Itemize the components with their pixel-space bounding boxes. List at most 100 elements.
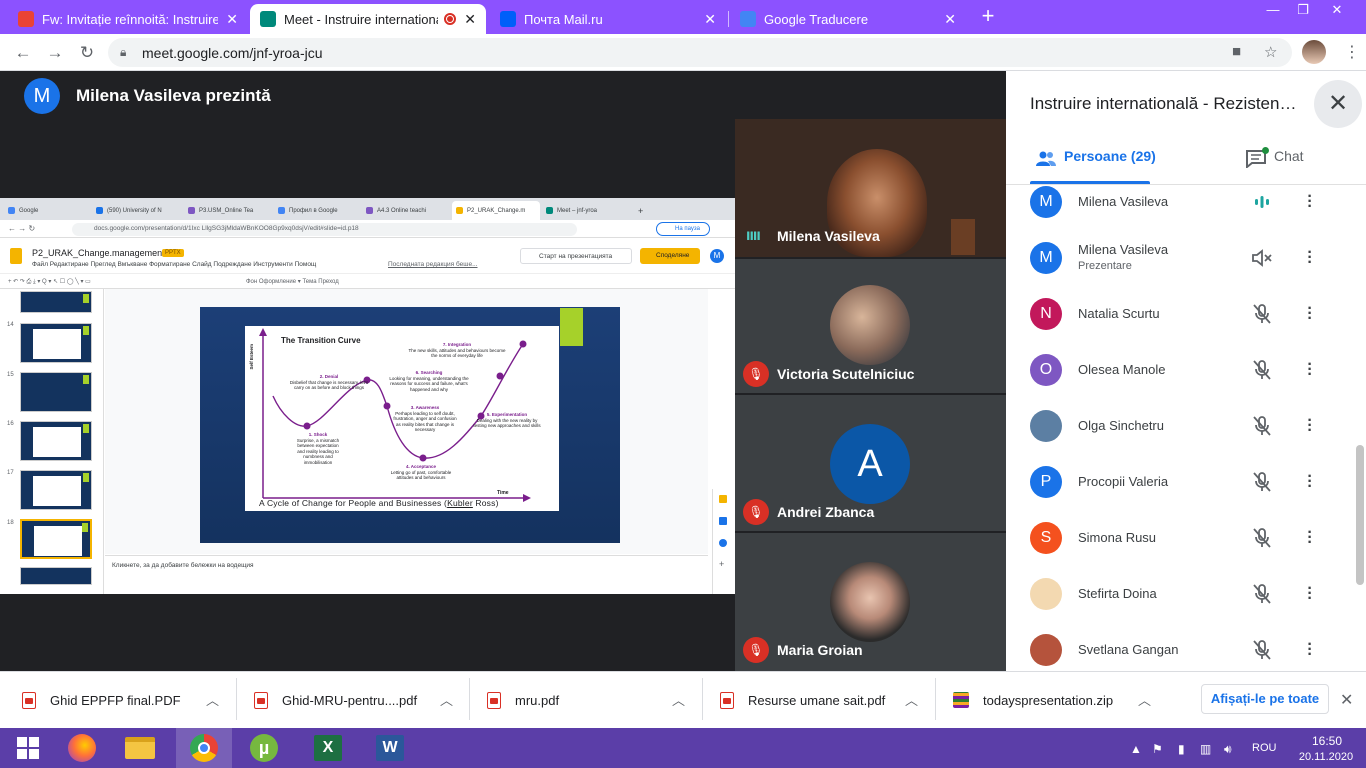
speaking-indicator-icon[interactable]	[1250, 190, 1274, 214]
download-item[interactable]: mru.pdf	[487, 687, 559, 713]
keep-icon	[719, 495, 727, 503]
tile-name: Maria Groian	[777, 642, 863, 658]
participant-row[interactable]: Svetlana Gangan · · ·	[1006, 622, 1356, 678]
pptx-badge: PPTX	[162, 249, 184, 257]
add-icon: +	[719, 559, 725, 569]
slides-last-edit: Последната редакция беше...	[388, 261, 478, 268]
taskbar-file-explorer[interactable]	[112, 728, 168, 768]
show-all-downloads-button[interactable]: Afișați-le pe toate	[1201, 684, 1329, 714]
download-item[interactable]: todayspresentation.zip	[953, 687, 1113, 713]
more-options-icon[interactable]: · · ·	[1304, 189, 1316, 215]
chevron-up-icon[interactable]: ︿	[1138, 690, 1151, 709]
more-options-icon[interactable]: · · ·	[1304, 525, 1316, 551]
restore-icon[interactable]: ❐	[1288, 2, 1318, 18]
stage-point	[519, 340, 527, 348]
chevron-up-icon[interactable]: ︿	[440, 690, 453, 709]
close-icon[interactable]: ✕	[464, 11, 476, 28]
download-item[interactable]: Ghid EPPFP final.PDF	[22, 687, 181, 713]
panel-scrollbar[interactable]	[1356, 445, 1364, 585]
download-item[interactable]: Ghid-MRU-pentru....pdf	[254, 687, 417, 713]
audio-off-icon[interactable]	[1250, 246, 1274, 270]
taskbar-excel[interactable]: X	[300, 728, 356, 768]
close-icon[interactable]: ✕	[226, 11, 238, 28]
participant-name: Natalia Scurtu	[1078, 306, 1160, 321]
participant-row[interactable]: M Milena Vasileva Prezentare · · ·	[1006, 230, 1356, 286]
tab-chat[interactable]: Chat	[1274, 148, 1304, 164]
window-close-icon[interactable]: ✕	[1322, 2, 1352, 18]
translate-icon	[740, 11, 756, 27]
profile-avatar[interactable]	[1302, 40, 1326, 64]
address-bar[interactable]: 🔒︎ meet.google.com/jnf-yroa-jcu ■ ☆	[108, 38, 1292, 67]
new-tab-button[interactable]: +	[976, 5, 1000, 29]
mic-off-icon[interactable]	[1250, 526, 1274, 550]
slides-filmstrip: 14 15 16 17 18	[0, 289, 104, 594]
meeting-title: Instruire internatională - Rezisten…	[1030, 94, 1297, 113]
more-options-icon[interactable]: · · ·	[1304, 357, 1316, 383]
taskbar-word[interactable]: W	[362, 728, 418, 768]
taskbar-chrome[interactable]	[176, 728, 232, 768]
presenter-avatar: M	[24, 78, 60, 114]
participant-avatar: S	[1030, 522, 1062, 554]
taskbar-firefox[interactable]	[54, 728, 110, 768]
participant-row[interactable]: M Milena Vasileva · · ·	[1006, 174, 1356, 230]
download-divider	[702, 678, 703, 720]
mic-off-icon[interactable]	[1250, 414, 1274, 438]
tray-battery-icon[interactable]: ▮	[1178, 742, 1185, 756]
tray-network-icon[interactable]: ▥	[1200, 742, 1211, 756]
reload-icon[interactable]: ↻	[76, 42, 98, 64]
tray-expand-icon[interactable]: ▲	[1130, 742, 1142, 756]
windows-start-button[interactable]	[0, 728, 56, 768]
more-options-icon[interactable]: · · ·	[1304, 469, 1316, 495]
clock-date[interactable]: 20.11.2020	[1296, 751, 1356, 763]
forward-icon[interactable]: →	[44, 42, 66, 64]
chevron-up-icon[interactable]: ︿	[206, 690, 219, 709]
tab-title: Meet - Instruire international	[284, 11, 439, 27]
participant-row[interactable]: Stefirta Doina · · ·	[1006, 566, 1356, 622]
participant-row[interactable]: P Procopii Valeria · · ·	[1006, 454, 1356, 510]
mic-off-icon[interactable]	[1250, 638, 1274, 662]
close-icon[interactable]: ✕	[704, 11, 716, 28]
slides-edit-toolbar: + ↶ ↷ ⎙ ⤓ ▾ Q ▾ ↖ ☐ ◯ ╲ ▾ ▭ Фон Оформлен…	[0, 273, 735, 289]
tab-people[interactable]: Persoane (29)	[1064, 148, 1156, 164]
browser-menu-icon[interactable]: ⋮	[1344, 42, 1360, 62]
mic-off-icon[interactable]	[1250, 470, 1274, 494]
input-language[interactable]: ROU	[1252, 742, 1276, 754]
participant-row[interactable]: S Simona Rusu · · ·	[1006, 510, 1356, 566]
clock-time[interactable]: 16:50	[1302, 734, 1352, 748]
participant-row[interactable]: N Natalia Scurtu · · ·	[1006, 286, 1356, 342]
more-options-icon[interactable]: · · ·	[1304, 581, 1316, 607]
bookmark-star-icon[interactable]: ☆	[1264, 43, 1277, 61]
taskbar-utorrent[interactable]: µ	[236, 728, 292, 768]
participant-row[interactable]: Olga Sinchetru · · ·	[1006, 398, 1356, 454]
browser-tab-meet[interactable]: Meet - Instruire international ✕	[250, 4, 486, 34]
camera-icon[interactable]: ■	[1232, 43, 1241, 60]
more-options-icon[interactable]: · · ·	[1304, 413, 1316, 439]
more-options-icon[interactable]: · · ·	[1304, 245, 1316, 271]
browser-tab-gmail[interactable]: Fw: Invitație reînnoită: Instruire in ✕	[8, 4, 248, 34]
stage-acceptance: 4. Acceptance Letting go of past, comfor…	[390, 464, 452, 480]
presenter-label: Milena Vasileva prezintă	[76, 86, 271, 105]
participant-row[interactable]: O Olesea Manole · · ·	[1006, 342, 1356, 398]
chevron-up-icon[interactable]: ︿	[905, 690, 918, 709]
more-options-icon[interactable]: · · ·	[1304, 301, 1316, 327]
slide-title: The Transition Curve	[281, 336, 361, 345]
browser-tab-translate[interactable]: Google Traducere ✕	[730, 4, 966, 34]
tab-title: Google Traducere	[764, 11, 869, 27]
stage-searching: 6. Searching Looking for meaning, unders…	[389, 370, 469, 392]
shared-nav-icons: ← → ↻	[8, 224, 36, 233]
tray-security-icon[interactable]: ⚑	[1152, 742, 1163, 756]
mic-off-icon[interactable]	[1250, 582, 1274, 606]
back-icon[interactable]: ←	[12, 42, 34, 64]
tray-volume-icon[interactable]: 🔊︎	[1224, 742, 1232, 757]
minimize-icon[interactable]: —	[1258, 2, 1288, 17]
chevron-up-icon[interactable]: ︿	[672, 690, 685, 709]
slide-accent-bar	[560, 308, 583, 346]
download-item[interactable]: Resurse umane sait.pdf	[720, 687, 885, 713]
more-options-icon[interactable]: · · ·	[1304, 637, 1316, 663]
close-icon[interactable]: ✕	[944, 11, 956, 28]
mic-off-icon[interactable]	[1250, 358, 1274, 382]
mic-off-icon[interactable]	[1250, 302, 1274, 326]
panel-close-button[interactable]: ✕	[1314, 80, 1362, 128]
browser-tab-mail-ru[interactable]: Почта Mail.ru ✕	[490, 4, 726, 34]
close-download-bar-icon[interactable]: ✕	[1340, 690, 1353, 710]
